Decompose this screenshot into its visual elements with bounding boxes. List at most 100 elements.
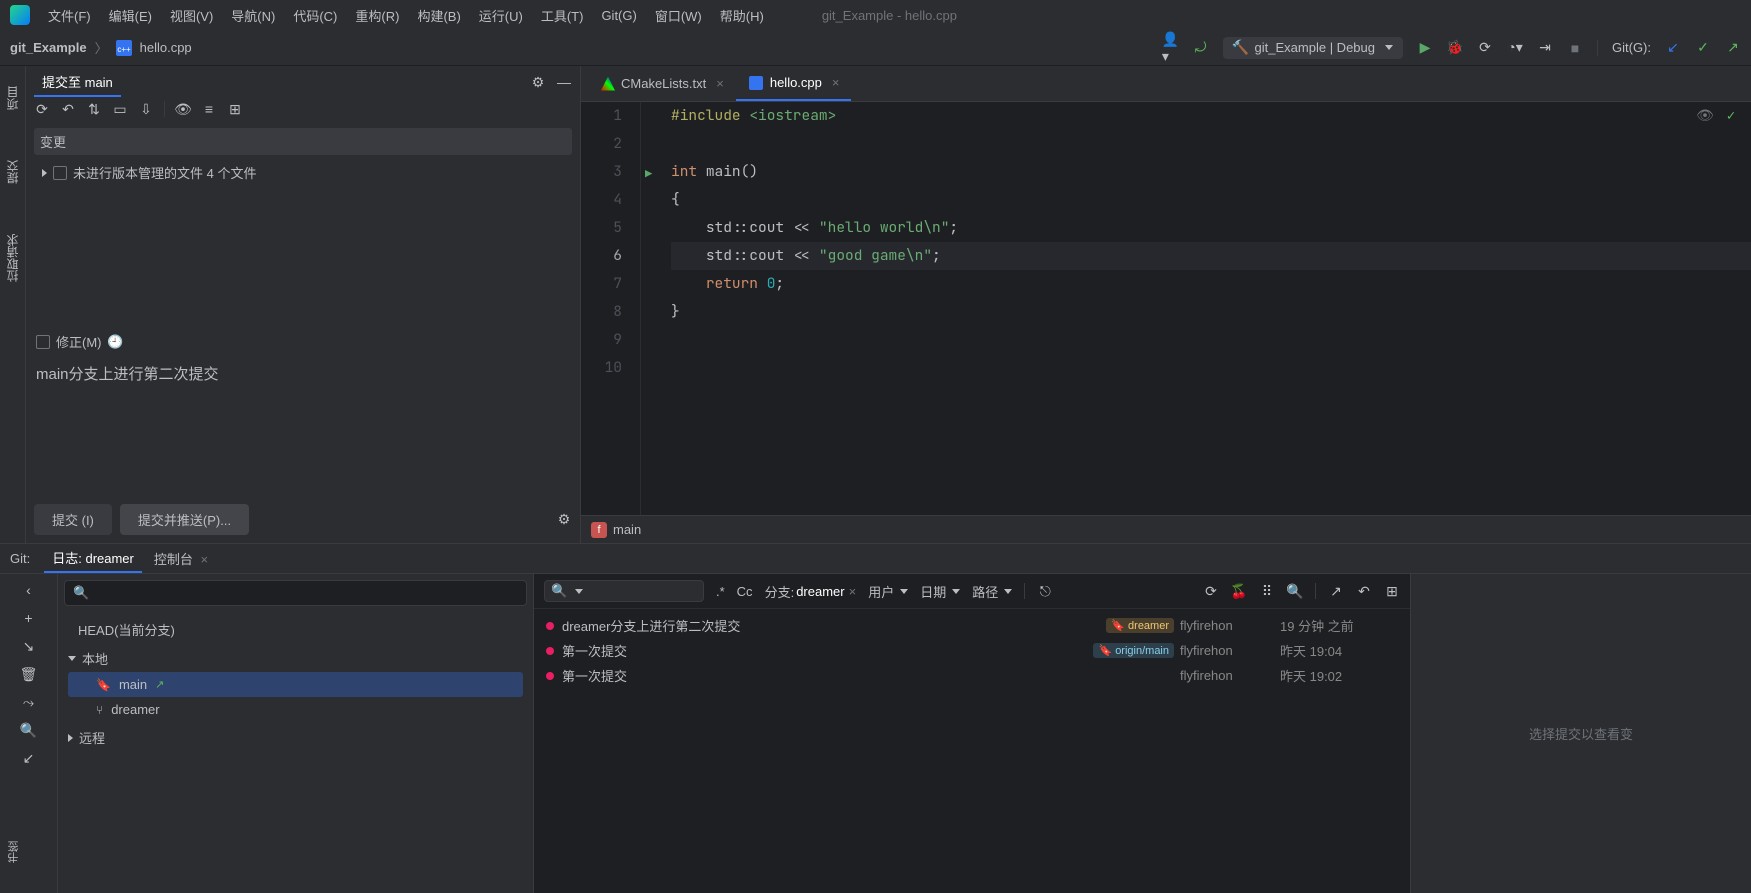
crumb-project[interactable]: git_Example: [10, 40, 87, 55]
branch-search-input[interactable]: 🔍: [64, 580, 527, 606]
checkout-icon[interactable]: ↘: [21, 638, 37, 654]
menu-help[interactable]: 帮助(H): [720, 6, 764, 25]
commit-options-gear-icon[interactable]: ⚙: [556, 512, 572, 528]
rollback-icon[interactable]: ↶: [60, 101, 76, 117]
commit-button[interactable]: 提交 (I): [34, 504, 112, 535]
checkbox[interactable]: [53, 166, 67, 180]
back-icon[interactable]: ‹: [21, 582, 37, 598]
git-pull-icon[interactable]: ↙: [1665, 40, 1681, 56]
git-commit-icon[interactable]: ✓: [1695, 40, 1711, 56]
git-push-icon[interactable]: ↗: [1725, 40, 1741, 56]
menu-build[interactable]: 构建(B): [417, 6, 460, 25]
ref-tag: 🔖 origin/main: [1093, 643, 1174, 658]
editor-tab-cmakelists[interactable]: CMakeLists.txt ×: [589, 68, 736, 99]
menu-git[interactable]: Git(G): [601, 8, 636, 23]
branch-dreamer[interactable]: ⑂ dreamer: [68, 697, 523, 722]
add-icon[interactable]: +: [21, 610, 37, 626]
commit-graph[interactable]: dreamer分支上进行第二次提交 🔖 dreamer flyfirehon 1…: [534, 609, 1410, 692]
regex-filter[interactable]: .*: [716, 584, 725, 599]
cherrypick-icon[interactable]: 🍒: [1231, 583, 1247, 599]
debug-button[interactable]: 🐞: [1447, 40, 1463, 56]
run-gutter-icon[interactable]: ▶: [645, 160, 652, 188]
path-filter[interactable]: 路径: [972, 582, 1012, 601]
head-branch-row[interactable]: HEAD(当前分支): [68, 616, 523, 643]
tab-bookmarks[interactable]: 书签: [6, 841, 22, 863]
commit-row[interactable]: dreamer分支上进行第二次提交 🔖 dreamer flyfirehon 1…: [534, 613, 1410, 638]
user-icon[interactable]: 👤▾: [1163, 40, 1179, 56]
stop-button[interactable]: ■: [1567, 40, 1583, 56]
remote-branches-header[interactable]: 远程: [68, 722, 523, 751]
unversioned-files-row[interactable]: 未进行版本管理的文件 4 个文件: [26, 159, 580, 186]
close-tab-icon[interactable]: ×: [201, 552, 209, 567]
commit-row[interactable]: 第一次提交 flyfirehon 昨天 19:02: [534, 663, 1410, 688]
local-branches-header[interactable]: 本地: [68, 643, 523, 672]
run-config-selector[interactable]: 🔨 git_Example | Debug: [1223, 37, 1403, 59]
branch-main[interactable]: 🔖 main ↗: [68, 672, 523, 697]
profile-button[interactable]: ◔▾: [1507, 40, 1523, 56]
tab-commit[interactable]: 提交: [4, 160, 21, 184]
tab-pull-requests[interactable]: 拉取请求: [4, 234, 21, 282]
git-tool-tabs: Git: 日志: dreamer 控制台 ×: [0, 543, 1751, 573]
function-badge[interactable]: f main: [581, 515, 1751, 543]
menu-tools[interactable]: 工具(T): [541, 6, 584, 25]
menu-refactor[interactable]: 重构(R): [355, 6, 399, 25]
menu-window[interactable]: 窗口(W): [655, 6, 702, 25]
menu-navigate[interactable]: 导航(N): [231, 6, 275, 25]
changelist-icon[interactable]: ▭: [112, 101, 128, 117]
close-tab-icon[interactable]: ×: [832, 75, 840, 90]
goto-icon[interactable]: ↗: [1328, 583, 1344, 599]
crumb-file[interactable]: hello.cpp: [140, 40, 192, 55]
expand-icon[interactable]: ⊞: [227, 101, 243, 117]
commit-message-input[interactable]: main分支上进行第二次提交: [26, 357, 580, 496]
delete-icon[interactable]: 🗑: [21, 666, 37, 682]
menu-view[interactable]: 视图(V): [170, 6, 213, 25]
intellisort-icon[interactable]: ⎋: [1037, 583, 1053, 599]
code-editor[interactable]: 12345678910 ▶ #include <iostream> int ma…: [581, 102, 1751, 515]
git-log-tab[interactable]: 日志: dreamer: [44, 544, 142, 573]
preview-icon[interactable]: 👁: [175, 101, 191, 117]
commit-message: dreamer分支上进行第二次提交: [562, 616, 1106, 635]
clear-filter-icon[interactable]: ×: [849, 584, 857, 599]
undo-icon[interactable]: ↶: [1356, 583, 1372, 599]
options-icon[interactable]: ⠿: [1259, 583, 1275, 599]
commit-row[interactable]: 第一次提交 🔖 origin/main flyfirehon 昨天 19:04: [534, 638, 1410, 663]
date-filter[interactable]: 日期: [920, 582, 960, 601]
attach-button[interactable]: ⇥: [1537, 40, 1553, 56]
group-icon[interactable]: ≡: [201, 101, 217, 117]
menu-code[interactable]: 代码(C): [293, 6, 337, 25]
log-search-input[interactable]: 🔍: [544, 580, 704, 602]
changes-header[interactable]: 变更: [34, 128, 572, 155]
shelve-icon[interactable]: ⇩: [138, 101, 154, 117]
layout-icon[interactable]: ⊞: [1384, 583, 1400, 599]
diff-icon[interactable]: ⇅: [86, 101, 102, 117]
coverage-button[interactable]: ⟳: [1477, 40, 1493, 56]
history-icon[interactable]: 🕘: [108, 334, 124, 350]
toolbar-actions: 👤▾ ⤾ 🔨 git_Example | Debug ▶ 🐞 ⟳ ◔▾ ⇥ ■ …: [1163, 37, 1741, 59]
close-tab-icon[interactable]: ×: [716, 76, 724, 91]
inspection-eye-icon[interactable]: 👁: [1697, 108, 1713, 124]
find-icon[interactable]: 🔍: [1287, 583, 1303, 599]
refresh-icon[interactable]: ⟳: [1203, 583, 1219, 599]
editor-tab-hello[interactable]: hello.cpp ×: [736, 67, 852, 101]
commit-date: 19 分钟 之前: [1280, 616, 1400, 635]
minimize-icon[interactable]: —: [556, 74, 572, 90]
search-icon[interactable]: 🔍: [21, 722, 37, 738]
tab-project[interactable]: 项目: [4, 86, 21, 110]
update-icon[interactable]: ⤾: [1193, 40, 1209, 56]
git-console-tab[interactable]: 控制台 ×: [146, 545, 216, 572]
fetch-icon[interactable]: ↙: [21, 750, 37, 766]
run-button[interactable]: ▶: [1417, 40, 1433, 56]
matchcase-filter[interactable]: Cc: [737, 584, 753, 599]
branch-filter[interactable]: 分支: dreamer ×: [765, 582, 857, 601]
compare-icon[interactable]: ⤳: [21, 694, 37, 710]
refresh-icon[interactable]: ⟳: [34, 101, 50, 117]
menu-file[interactable]: 文件(F): [48, 6, 91, 25]
menu-run[interactable]: 运行(U): [479, 6, 523, 25]
commit-push-button[interactable]: 提交并推送(P)...: [120, 504, 249, 535]
menu-edit[interactable]: 编辑(E): [109, 6, 152, 25]
user-filter[interactable]: 用户: [868, 582, 908, 601]
gear-icon[interactable]: ⚙: [530, 74, 546, 90]
amend-checkbox[interactable]: [36, 335, 50, 349]
commit-panel-tab[interactable]: 提交至 main: [34, 68, 121, 97]
code-body[interactable]: #include <iostream> int main(){ std::cou…: [641, 102, 1751, 515]
